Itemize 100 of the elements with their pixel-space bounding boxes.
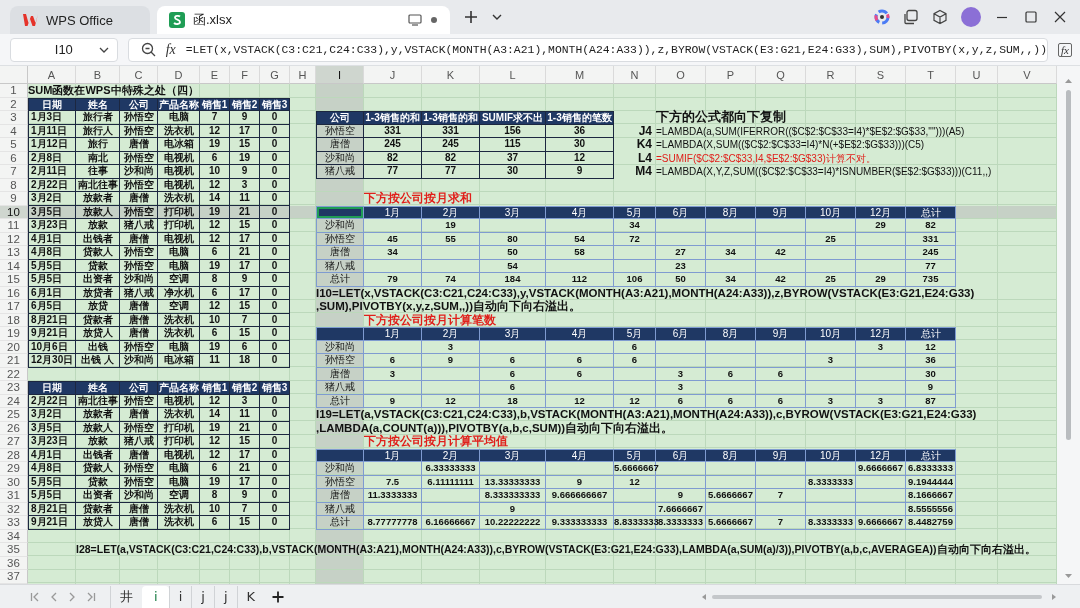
column-header[interactable]: B [76, 66, 120, 84]
row-number[interactable]: 25 [0, 408, 28, 422]
column-header[interactable]: A [28, 66, 76, 84]
table-cell: 猪八戒 [316, 259, 364, 273]
row-number[interactable]: 3 [0, 111, 28, 125]
monitor-icon[interactable] [408, 14, 422, 26]
column-header[interactable]: L [480, 66, 546, 84]
table-cell: 8 [200, 489, 230, 503]
empty-cell [756, 462, 806, 476]
row-number[interactable]: 17 [0, 300, 28, 314]
table-cell: 沙和尚 [316, 340, 364, 354]
copy-icon[interactable] [903, 9, 919, 25]
row-number[interactable]: 7 [0, 165, 28, 179]
table-cell: 3月2日 [28, 408, 76, 422]
table-cell: 8.1666667 [906, 489, 956, 503]
table-cell: 6 [706, 367, 756, 381]
row-number[interactable]: 37 [0, 570, 28, 584]
table-cell: 3 [230, 178, 260, 192]
row-number[interactable]: 31 [0, 489, 28, 503]
empty-cell [706, 381, 756, 395]
row-number[interactable]: 35 [0, 543, 28, 557]
avatar-icon[interactable] [961, 7, 981, 27]
cell-reference: M4 [634, 165, 653, 179]
expand-formula-button[interactable]: fx [1058, 42, 1072, 57]
empty-cell [614, 246, 656, 260]
table-cell: 0 [260, 489, 290, 503]
table-cell: 3月2日 [28, 192, 76, 206]
column-header[interactable]: J [364, 66, 422, 84]
table-cell: 12 [546, 394, 614, 408]
chevron-down-icon[interactable] [98, 46, 109, 54]
column-header[interactable]: Q [756, 66, 806, 84]
name-box[interactable]: I10 [10, 37, 118, 62]
empty-cell [856, 489, 906, 503]
column-header[interactable]: O [656, 66, 706, 84]
column-header[interactable]: S [856, 66, 906, 84]
table-cell: 7.5 [364, 475, 422, 489]
column-header[interactable]: H [290, 66, 316, 84]
table-header-cell[interactable] [316, 327, 364, 341]
row-number[interactable]: 11 [0, 219, 28, 233]
table-cell: 电视机 [158, 232, 200, 246]
column-header[interactable]: K [422, 66, 480, 84]
row-number[interactable]: 19 [0, 327, 28, 341]
row-number[interactable]: 23 [0, 381, 28, 395]
row-number[interactable]: 5 [0, 138, 28, 152]
row-number[interactable]: 21 [0, 354, 28, 368]
sheet-tab[interactable]: K [236, 585, 265, 608]
cube-icon[interactable] [932, 9, 948, 25]
table-cell: 11.3333333 [364, 489, 422, 503]
table-cell: 7 [756, 489, 806, 503]
table-cell: 2月8日 [28, 151, 76, 165]
empty-cell [806, 489, 856, 503]
column-header[interactable]: T [906, 66, 956, 84]
table-cell: 沙和尚 [120, 354, 158, 368]
row-number[interactable]: 1 [0, 84, 28, 98]
window-tab[interactable]: 函.xlsx [157, 6, 450, 34]
empty-cell [706, 475, 756, 489]
row-number[interactable]: 15 [0, 273, 28, 287]
add-sheet-icon[interactable] [272, 590, 285, 603]
table-cell: 9 [364, 394, 422, 408]
table-cell: 0 [260, 178, 290, 192]
row-number[interactable]: 13 [0, 246, 28, 260]
empty-cell [756, 502, 806, 516]
plus-icon[interactable] [464, 10, 478, 24]
column-header[interactable]: P [706, 66, 756, 84]
column-header[interactable]: D [158, 66, 200, 84]
table-cell: 孙悟空 [316, 354, 364, 368]
sheet-tab[interactable]: i [142, 585, 169, 608]
table-cell: 孙悟空 [120, 259, 158, 273]
table-cell: 82 [422, 151, 480, 165]
color-ring-icon[interactable] [874, 9, 890, 25]
row-number[interactable]: 33 [0, 516, 28, 530]
column-header[interactable]: G [260, 66, 290, 84]
column-header[interactable]: I [316, 66, 364, 84]
column-header[interactable]: F [230, 66, 260, 84]
formula-field[interactable]: =LET(x,VSTACK(C3:C21,C24:C33),y,VSTACK(MONTH(A3:A21),MONTH(A24:A33)),z,BYROW(VSTACK(E3:G21,E24:G33),SUM),PIVOTBY(x,y,z,SUM,,)) [185, 43, 1048, 56]
function-button[interactable]: fx [165, 41, 176, 58]
table-cell: 12 [200, 300, 230, 314]
sheet-tab[interactable]: j [213, 585, 237, 608]
window-tab[interactable]: WPS Office [10, 6, 150, 34]
column-header[interactable]: V [998, 66, 1057, 84]
table-cell: 12 [906, 340, 956, 354]
table-cell: 6.11111111 [422, 475, 480, 489]
column-header[interactable]: U [956, 66, 998, 84]
column-header[interactable]: E [200, 66, 230, 84]
column-header[interactable]: N [614, 66, 656, 84]
sheet-tab[interactable]: i [168, 585, 192, 608]
chevron-down-icon[interactable] [492, 13, 502, 21]
column-header[interactable]: C [120, 66, 158, 84]
maximize-icon[interactable] [1023, 9, 1039, 25]
close-icon[interactable] [1052, 9, 1068, 25]
zoom-icon[interactable] [140, 42, 156, 57]
dot-icon[interactable] [430, 16, 438, 24]
row-number[interactable]: 29 [0, 462, 28, 476]
column-header[interactable]: R [806, 66, 856, 84]
sheet-tab[interactable]: j [191, 585, 214, 608]
row-number[interactable]: 27 [0, 435, 28, 449]
row-number[interactable]: 9 [0, 192, 28, 206]
column-header[interactable]: M [546, 66, 614, 84]
table-cell: 9月21日 [28, 327, 76, 341]
table-cell: 7 [230, 502, 260, 516]
